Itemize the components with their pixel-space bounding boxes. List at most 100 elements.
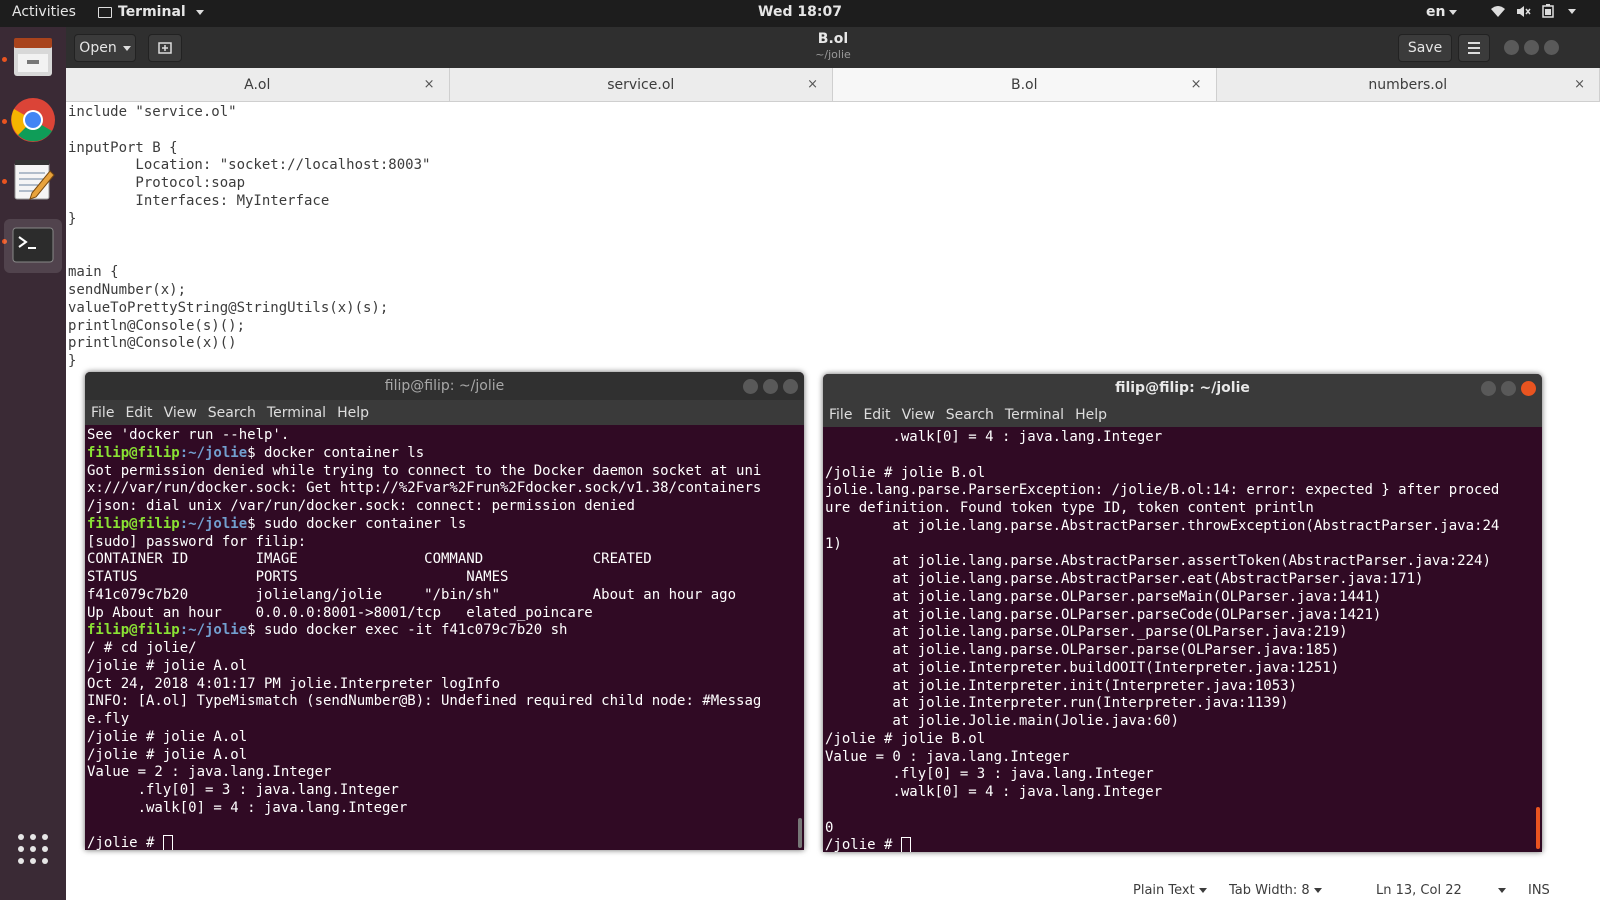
tab-close-icon[interactable]: × xyxy=(424,77,435,92)
close-button[interactable] xyxy=(1544,40,1559,55)
text-editor-launcher[interactable] xyxy=(8,155,58,205)
menu-help[interactable]: Help xyxy=(337,405,369,421)
menu-file[interactable]: File xyxy=(829,407,852,423)
code-line: Protocol:soap xyxy=(68,175,246,192)
menu-search[interactable]: Search xyxy=(946,407,994,423)
terminal-line: at jolie.Interpreter.run(Interpreter.jav… xyxy=(825,695,1532,713)
show-applications-button[interactable] xyxy=(16,832,50,866)
line-text: .walk[0] = 4 : java.lang.Integer xyxy=(87,799,408,816)
terminal-line: INFO: [A.ol] TypeMismatch (sendNumber@B)… xyxy=(87,693,794,711)
tab-bar: A.ol × service.ol × B.ol × numbers.ol × xyxy=(66,68,1600,102)
terminal-window-left[interactable]: filip@filip: ~/jolie File Edit View Sear… xyxy=(85,372,804,850)
minimize-button[interactable] xyxy=(743,379,758,394)
terminal-line: /jolie # jolie A.ol xyxy=(87,729,794,747)
prompt-user: filip@filip xyxy=(87,622,180,639)
save-button[interactable]: Save xyxy=(1398,34,1452,62)
terminal-line: Value = 2 : java.lang.Integer xyxy=(87,764,794,782)
terminal-line: Value = 0 : java.lang.Integer xyxy=(825,749,1532,767)
terminal-window-right[interactable]: filip@filip: ~/jolie File Edit View Sear… xyxy=(823,374,1542,852)
language-selector[interactable]: Plain Text xyxy=(1133,883,1207,898)
line-text: at jolie.lang.parse.AbstractParser.eat(A… xyxy=(825,571,1424,587)
line-text: .fly[0] = 3 : java.lang.Integer xyxy=(87,782,399,798)
maximize-button[interactable] xyxy=(763,379,778,394)
tab-numbers-ol[interactable]: numbers.ol × xyxy=(1217,68,1600,101)
menu-help[interactable]: Help xyxy=(1075,407,1107,423)
tab-close-icon[interactable]: × xyxy=(1191,77,1202,92)
menu-terminal[interactable]: Terminal xyxy=(267,405,326,421)
line-text: .walk[0] = 4 : java.lang.Integer xyxy=(825,784,1163,800)
insert-mode: INS xyxy=(1528,883,1550,898)
terminal-line: .fly[0] = 3 : java.lang.Integer xyxy=(87,782,794,800)
code-editor[interactable]: include "service.ol" inputPort B { Locat… xyxy=(68,104,1588,371)
tab-close-icon[interactable]: × xyxy=(807,77,818,92)
code-line: include "service.ol" xyxy=(68,104,237,120)
scrollbar[interactable] xyxy=(798,818,802,848)
close-button[interactable] xyxy=(1521,381,1536,396)
tab-width-selector[interactable]: Tab Width: 8 xyxy=(1229,883,1322,898)
prompt-path: :~/jolie xyxy=(179,444,248,461)
menu-edit[interactable]: Edit xyxy=(863,407,890,423)
menu-terminal[interactable]: Terminal xyxy=(1005,407,1064,423)
line-text: $ sudo docker container ls xyxy=(247,515,467,532)
hamburger-menu-button[interactable] xyxy=(1458,34,1490,62)
system-tray[interactable] xyxy=(1490,4,1576,18)
close-button[interactable] xyxy=(783,379,798,394)
scrollbar[interactable] xyxy=(1536,807,1540,849)
tab-close-icon[interactable]: × xyxy=(1574,77,1585,92)
line-text: [sudo] password for filip: xyxy=(87,533,307,550)
tab-label: numbers.ol xyxy=(1368,76,1448,93)
maximize-button[interactable] xyxy=(1501,381,1516,396)
line-text xyxy=(825,802,833,818)
terminal-line xyxy=(87,818,794,836)
line-text: Up About an hour 0.0.0.0:8001->8001/tcp … xyxy=(87,604,593,621)
clock[interactable]: Wed 18:07 xyxy=(0,4,1600,20)
terminal-line: STATUS PORTS NAMES xyxy=(87,569,794,587)
terminal-line xyxy=(825,447,1532,465)
line-text: /jolie # jolie A.ol xyxy=(87,657,248,674)
terminal-output[interactable]: See 'docker run --help'. filip@filip:~/jo… xyxy=(87,427,794,850)
line-text: $ docker container ls xyxy=(247,444,425,461)
terminal-launcher[interactable] xyxy=(4,219,62,273)
terminal-line: filip@filip:~/jolie$ sudo docker exec -i… xyxy=(87,622,794,640)
terminal-title: filip@filip: ~/jolie xyxy=(823,374,1542,402)
menu-file[interactable]: File xyxy=(91,405,114,421)
chrome-icon xyxy=(11,98,55,142)
language-menu[interactable]: en xyxy=(1426,4,1458,20)
line-text: /jolie # xyxy=(825,837,901,852)
chrome-launcher[interactable] xyxy=(8,95,58,145)
text-editor-icon xyxy=(14,160,55,200)
menu-search[interactable]: Search xyxy=(208,405,256,421)
terminal-line: .walk[0] = 4 : java.lang.Integer xyxy=(87,800,794,818)
line-text: 1) xyxy=(825,535,842,552)
terminal-line: CONTAINER ID IMAGE COMMAND CREATED xyxy=(87,551,794,569)
tab-service-ol[interactable]: service.ol × xyxy=(450,68,833,101)
terminal-output[interactable]: .walk[0] = 4 : java.lang.Integer /jolie … xyxy=(825,429,1532,852)
files-launcher[interactable] xyxy=(8,32,58,82)
line-text: at jolie.Jolie.main(Jolie.java:60) xyxy=(825,713,1180,729)
menu-edit[interactable]: Edit xyxy=(125,405,152,421)
line-text: Oct 24, 2018 4:01:17 PM jolie.Interprete… xyxy=(87,675,501,692)
wifi-icon xyxy=(1491,5,1505,17)
line-text: $ sudo docker exec -it f41c079c7b20 sh xyxy=(247,622,568,639)
cursor-position[interactable]: Ln 13, Col 22 xyxy=(1376,883,1506,898)
line-text: STATUS PORTS NAMES xyxy=(87,569,509,585)
tab-b-ol[interactable]: B.ol × xyxy=(833,68,1217,101)
line-text: jolie.lang.parse.ParserException: /jolie… xyxy=(825,482,1500,499)
minimize-button[interactable] xyxy=(1504,40,1519,55)
line-text: INFO: [A.ol] TypeMismatch (sendNumber@B)… xyxy=(87,693,762,710)
line-text: 0 xyxy=(825,819,834,836)
menu-view[interactable]: View xyxy=(902,407,935,423)
running-indicator xyxy=(2,179,7,184)
terminal-line: .walk[0] = 4 : java.lang.Integer xyxy=(825,429,1532,447)
terminal-title: filip@filip: ~/jolie xyxy=(85,372,804,400)
terminal-line: filip@filip:~/jolie$ docker container ls xyxy=(87,445,794,463)
maximize-button[interactable] xyxy=(1524,40,1539,55)
minimize-button[interactable] xyxy=(1481,381,1496,396)
terminal-line: e.fly xyxy=(87,711,794,729)
tab-a-ol[interactable]: A.ol × xyxy=(66,68,450,101)
menu-view[interactable]: View xyxy=(164,405,197,421)
terminal-line: filip@filip:~/jolie$ sudo docker contain… xyxy=(87,516,794,534)
line-text: See 'docker run --help'. xyxy=(87,427,290,443)
